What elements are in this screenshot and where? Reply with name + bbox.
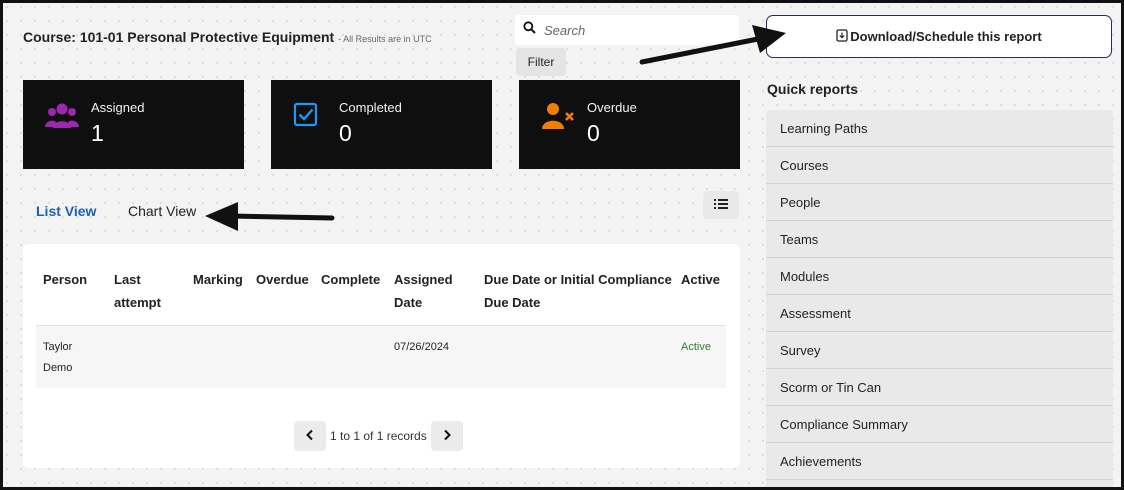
column-header-label: Last (114, 272, 141, 287)
column-header-label: Due Date or Initial Compliance (484, 272, 672, 287)
column-header-label: Complete (321, 272, 381, 287)
column-header-label: Marking (193, 272, 243, 287)
column-header-label: attempt (114, 295, 161, 310)
stat-card-assigned[interactable]: Assigned 1 (23, 80, 244, 169)
quick-report-item[interactable]: Compliance Summary (766, 406, 1113, 443)
stat-value: 1 (91, 120, 104, 146)
download-schedule-button[interactable]: Download/Schedule this report (766, 15, 1112, 58)
quick-reports-list: Learning Paths Courses People Teams Modu… (766, 110, 1113, 490)
stat-card-overdue[interactable]: Overdue 0 (519, 80, 740, 169)
stat-value: 0 (587, 120, 600, 146)
quick-report-item[interactable]: Teams (766, 221, 1113, 258)
pagination-text: 1 to 1 of 1 records (330, 429, 427, 443)
checkbox-icon (293, 102, 325, 130)
chevron-right-icon (442, 429, 452, 444)
person-first-name: Taylor (43, 341, 73, 353)
column-header-label: Person (43, 272, 88, 287)
search-box[interactable] (515, 15, 739, 45)
column-header-active[interactable]: Active (681, 268, 720, 291)
cell-assigned-date: 07/26/2024 (394, 341, 450, 353)
users-icon (45, 102, 79, 130)
column-header-label: Assigned (394, 272, 453, 287)
course-title-text: Course: 101-01 Personal Protective Equip… (23, 29, 335, 45)
column-header-complete[interactable]: Complete (321, 268, 380, 291)
stat-value: 0 (339, 120, 352, 146)
quick-report-item[interactable]: Modules (766, 258, 1113, 295)
column-header-label: Overdue (256, 272, 309, 287)
stat-label: Overdue (587, 100, 637, 115)
column-header-label: Date (394, 295, 423, 310)
quick-report-item[interactable]: Survey (766, 332, 1113, 369)
stat-card-completed[interactable]: Completed 0 (271, 80, 492, 169)
stat-label: Assigned (91, 100, 145, 115)
user-x-icon (541, 102, 574, 130)
utc-note: - All Results are in UTC (338, 34, 432, 44)
column-header-label: Due Date (484, 295, 541, 310)
column-header-assigned-date[interactable]: Assigned Date (394, 268, 453, 314)
previous-page-button[interactable] (294, 421, 326, 451)
column-header-label: Active (681, 272, 721, 287)
quick-reports-title: Quick reports (767, 81, 859, 97)
report-table-panel: Person Last attempt Marking Overdue Comp… (23, 244, 740, 468)
search-icon (523, 21, 536, 39)
column-header-last-attempt[interactable]: Last attempt (114, 268, 161, 314)
download-label: Download/Schedule this report (850, 29, 1042, 44)
chevron-left-icon (305, 429, 315, 444)
column-header-due-date[interactable]: Due Date or Initial Compliance Due Date (484, 268, 672, 314)
person-last-name: Demo (43, 362, 73, 374)
table-row[interactable] (36, 326, 726, 388)
cell-person[interactable]: Taylor Demo (43, 337, 72, 379)
tab-list-view[interactable]: List View (36, 203, 96, 219)
column-header-overdue[interactable]: Overdue (256, 268, 309, 291)
column-header-marking[interactable]: Marking (193, 268, 243, 291)
stat-label: Completed (339, 100, 402, 115)
quick-report-item[interactable]: Assessment (766, 295, 1113, 332)
cell-active-status: Active (681, 341, 711, 353)
page-title: Course: 101-01 Personal Protective Equip… (23, 28, 443, 48)
quick-report-item[interactable]: People (766, 184, 1113, 221)
search-input[interactable] (544, 22, 724, 38)
download-icon (836, 28, 848, 45)
list-icon (714, 198, 728, 213)
annotation-arrow-chart-view (205, 202, 335, 231)
tab-chart-view[interactable]: Chart View (128, 203, 196, 219)
list-layout-button[interactable] (703, 191, 739, 219)
quick-report-item[interactable]: Scorm or Tin Can (766, 369, 1113, 406)
filter-button[interactable]: Filter (516, 48, 566, 76)
column-header-person[interactable]: Person (43, 268, 87, 291)
quick-report-item[interactable]: Achievements (766, 443, 1113, 480)
quick-report-item[interactable]: Courses (766, 147, 1113, 184)
pagination: 1 to 1 of 1 records (294, 421, 463, 451)
quick-report-item[interactable]: Learning Paths (766, 110, 1113, 147)
next-page-button[interactable] (430, 421, 463, 451)
